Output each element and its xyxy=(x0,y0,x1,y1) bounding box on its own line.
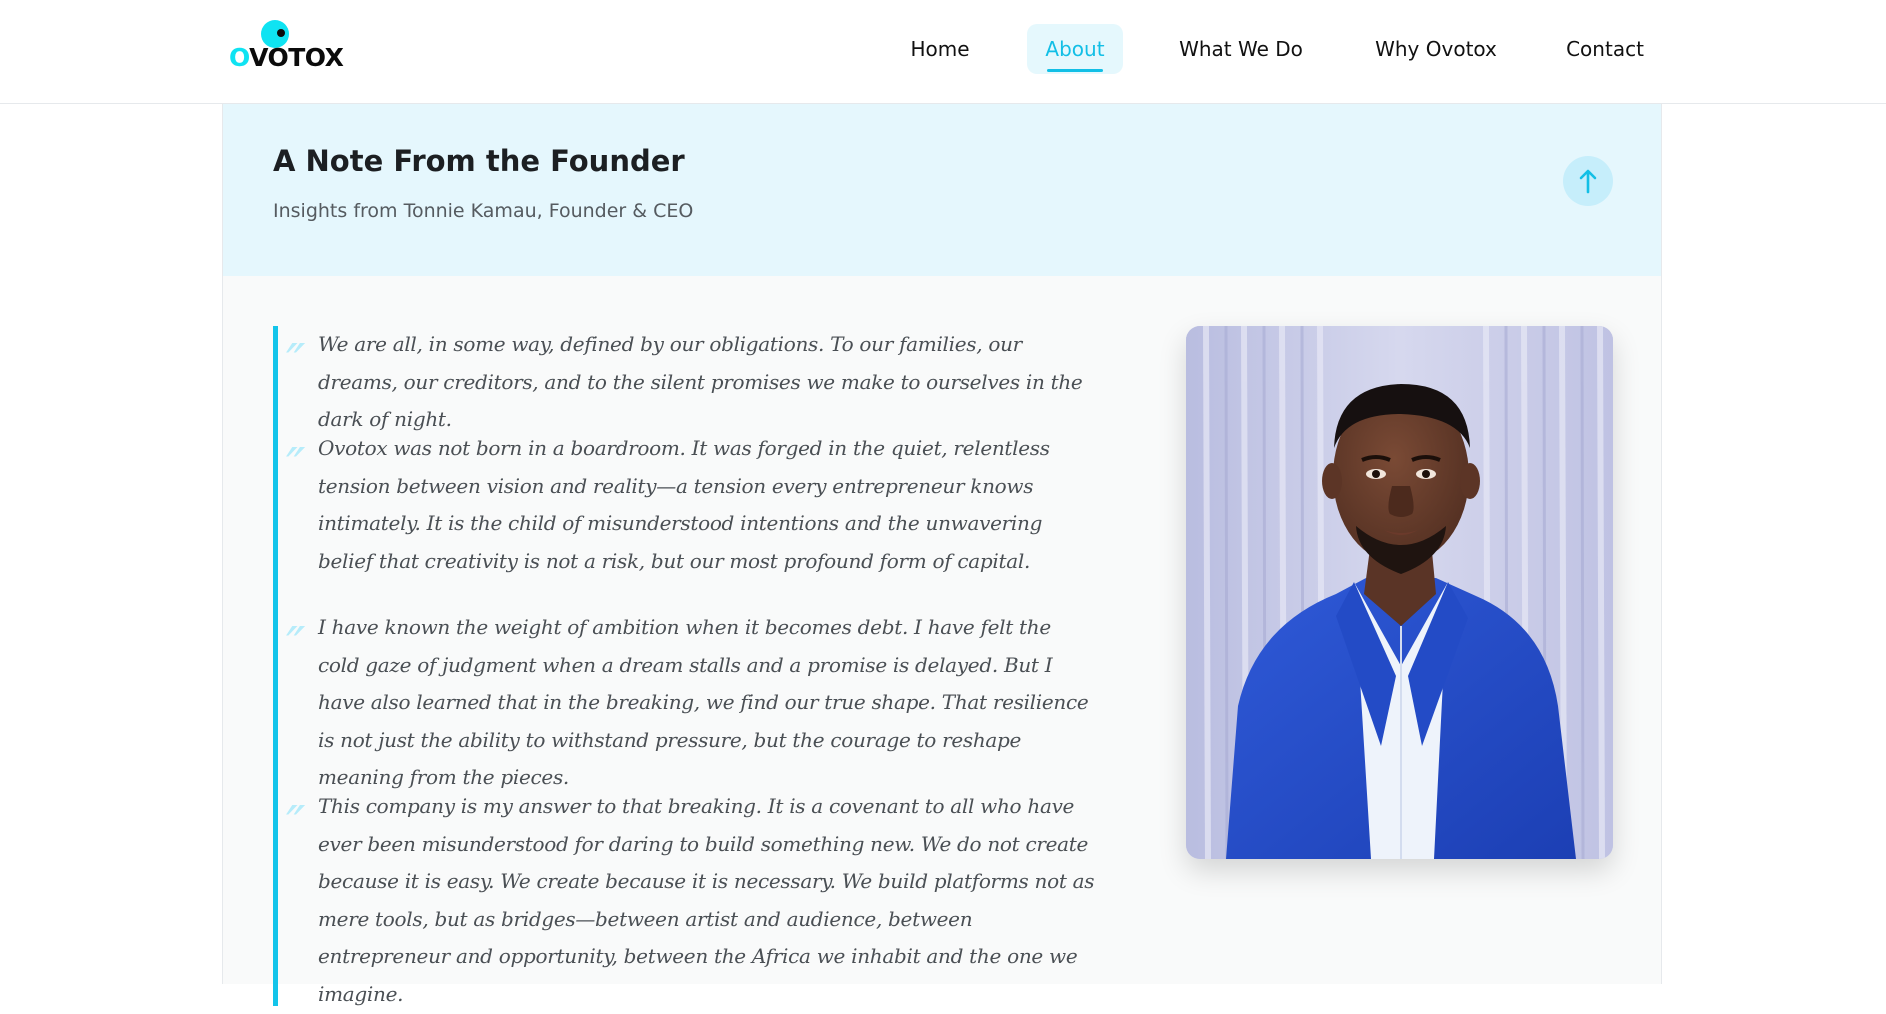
scroll-top-button[interactable] xyxy=(1563,156,1613,206)
logo-accent: O xyxy=(229,43,250,72)
quote-mark-icon: ″ xyxy=(286,438,306,498)
nav-why-ovotox[interactable]: Why Ovotox xyxy=(1366,24,1506,74)
page-title: A Note From the Founder xyxy=(273,144,685,178)
nav-about[interactable]: About xyxy=(1027,24,1123,74)
founder-portrait xyxy=(1186,326,1613,859)
founder-note-card: A Note From the Founder Insights from To… xyxy=(222,104,1662,1006)
page-subtitle: Insights from Tonnie Kamau, Founder & CE… xyxy=(273,200,694,222)
quote-mark-icon: ″ xyxy=(286,617,306,677)
quote-text: We are all, in some way, defined by our … xyxy=(318,332,1083,432)
quote-mark-icon: ″ xyxy=(286,334,306,394)
logo-wordmark: OVOTOX xyxy=(229,43,344,72)
founder-quote: ″ We are all, in some way, defined by ou… xyxy=(273,326,1133,1006)
founder-photo xyxy=(1186,326,1613,859)
quote-mark-icon: ″ xyxy=(286,796,306,856)
quote-text: Ovotox was not born in a boardroom. It w… xyxy=(318,436,1050,573)
brand-logo[interactable]: OVOTOX xyxy=(229,18,344,74)
nav-contact[interactable]: Contact xyxy=(1560,24,1650,74)
site-header: OVOTOX Home About What We Do Why Ovotox … xyxy=(0,0,1886,104)
nav-what-we-do[interactable]: What We Do xyxy=(1168,24,1314,74)
quote-text: This company is my answer to that breaki… xyxy=(318,794,1095,1006)
nav-home[interactable]: Home xyxy=(892,24,988,74)
logo-text: VOTOX xyxy=(249,43,344,72)
founder-note-header: A Note From the Founder Insights from To… xyxy=(223,104,1661,276)
quote-text: I have known the weight of ambition when… xyxy=(318,615,1089,790)
arrow-up-icon xyxy=(1579,169,1597,194)
